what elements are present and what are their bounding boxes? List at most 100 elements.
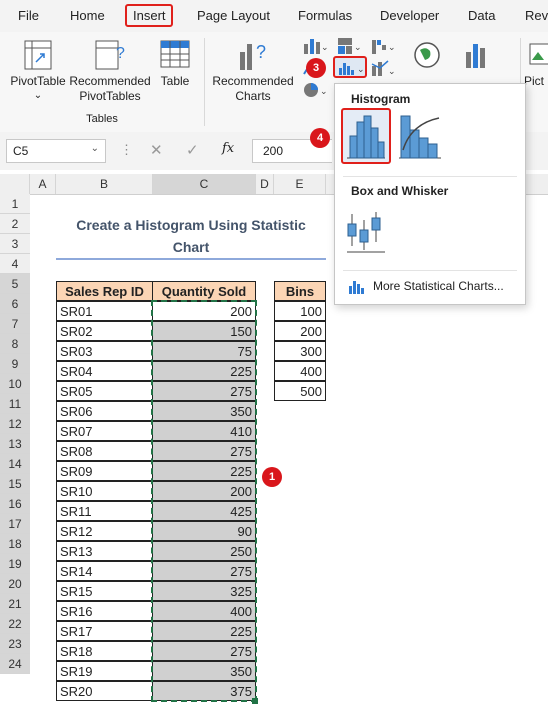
row-header[interactable]: 6 (0, 294, 30, 314)
column-header-d[interactable]: D (256, 174, 274, 194)
combo-chart-button[interactable]: ⌄ (370, 58, 396, 81)
tab-data[interactable]: Data (468, 8, 495, 23)
pictures-button[interactable] (528, 40, 548, 73)
cell-quantity-sold[interactable]: 275 (152, 561, 256, 581)
tab-developer[interactable]: Developer (380, 8, 439, 23)
cell-quantity-sold[interactable]: 275 (152, 641, 256, 661)
cell-quantity-sold[interactable]: 275 (152, 381, 256, 401)
cell-sales-rep-id[interactable]: SR13 (56, 541, 153, 561)
fill-handle[interactable] (252, 698, 258, 704)
cell-sales-rep-id[interactable]: SR03 (56, 341, 153, 361)
cell-sales-rep-id[interactable]: SR17 (56, 621, 153, 641)
row-header[interactable]: 9 (0, 354, 30, 374)
row-header[interactable]: 14 (0, 454, 30, 474)
cell-quantity-sold[interactable]: 75 (152, 341, 256, 361)
cell-sales-rep-id[interactable]: SR18 (56, 641, 153, 661)
pivotchart-button[interactable] (460, 38, 494, 75)
histogram-option[interactable] (341, 108, 391, 164)
cell-sales-rep-id[interactable]: SR15 (56, 581, 153, 601)
row-header[interactable]: 17 (0, 514, 30, 534)
enter-icon[interactable]: ✓ (186, 141, 199, 159)
row-header[interactable]: 8 (0, 334, 30, 354)
row-header[interactable]: 19 (0, 554, 30, 574)
cell-bin[interactable]: 300 (274, 341, 326, 361)
cell-sales-rep-id[interactable]: SR04 (56, 361, 153, 381)
row-header[interactable]: 1 (0, 194, 30, 214)
more-statistical-charts-item[interactable]: More Statistical Charts... (345, 276, 521, 298)
cell-quantity-sold[interactable]: 375 (152, 681, 256, 701)
tab-page-layout[interactable]: Page Layout (197, 8, 270, 23)
tab-home[interactable]: Home (70, 8, 105, 23)
recommended-charts-button[interactable]: ? (230, 38, 276, 77)
cell-sales-rep-id[interactable]: SR19 (56, 661, 153, 681)
cell-sales-rep-id[interactable]: SR20 (56, 681, 153, 701)
row-header[interactable]: 7 (0, 314, 30, 334)
cell-bin[interactable]: 100 (274, 301, 326, 321)
select-all-corner[interactable] (0, 174, 30, 194)
cell-quantity-sold[interactable]: 200 (152, 481, 256, 501)
name-box[interactable]: C5 ⌄ (6, 139, 106, 163)
cell-sales-rep-id[interactable]: SR11 (56, 501, 153, 521)
cell-bin[interactable]: 200 (274, 321, 326, 341)
row-header[interactable]: 23 (0, 634, 30, 654)
row-header[interactable]: 13 (0, 434, 30, 454)
cell-sales-rep-id[interactable]: SR09 (56, 461, 153, 481)
cell-quantity-sold[interactable]: 350 (152, 401, 256, 421)
cell-quantity-sold[interactable]: 225 (152, 361, 256, 381)
cell-sales-rep-id[interactable]: SR05 (56, 381, 153, 401)
cell-quantity-sold[interactable]: 225 (152, 621, 256, 641)
row-header[interactable]: 20 (0, 574, 30, 594)
chevron-down-icon[interactable]: ⌄ (91, 143, 99, 154)
cell-sales-rep-id[interactable]: SR12 (56, 521, 153, 541)
cell-quantity-sold[interactable]: 225 (152, 461, 256, 481)
header-quantity-sold[interactable]: Quantity Sold (152, 281, 256, 301)
recommended-pivottables-button[interactable]: ? (88, 38, 132, 77)
cell-quantity-sold[interactable]: 400 (152, 601, 256, 621)
cell-quantity-sold[interactable]: 350 (152, 661, 256, 681)
column-header-a[interactable]: A (30, 174, 56, 194)
column-header-c[interactable]: C (153, 174, 256, 194)
cell-sales-rep-id[interactable]: SR08 (56, 441, 153, 461)
insert-function-icon[interactable]: fx (222, 141, 234, 156)
pivottable-button[interactable] (12, 38, 64, 77)
row-header[interactable]: 4 (0, 254, 30, 274)
cell-sales-rep-id[interactable]: SR07 (56, 421, 153, 441)
row-header[interactable]: 21 (0, 594, 30, 614)
row-header[interactable]: 18 (0, 534, 30, 554)
row-header[interactable]: 5 (0, 274, 30, 294)
header-bins[interactable]: Bins (274, 281, 326, 301)
column-header-b[interactable]: B (56, 174, 153, 194)
cell-sales-rep-id[interactable]: SR10 (56, 481, 153, 501)
chevron-down-icon[interactable]: ⌄ (32, 88, 44, 103)
table-button[interactable] (158, 38, 192, 77)
row-header[interactable]: 22 (0, 614, 30, 634)
cell-quantity-sold[interactable]: 325 (152, 581, 256, 601)
cell-sales-rep-id[interactable]: SR01 (56, 301, 153, 321)
cell-sales-rep-id[interactable]: SR02 (56, 321, 153, 341)
row-header[interactable]: 16 (0, 494, 30, 514)
cell-quantity-sold[interactable]: 200 (152, 301, 256, 321)
tab-formulas[interactable]: Formulas (298, 8, 352, 23)
row-header[interactable]: 10 (0, 374, 30, 394)
cell-quantity-sold[interactable]: 275 (152, 441, 256, 461)
tab-review[interactable]: Revi (525, 8, 548, 23)
cell-quantity-sold[interactable]: 90 (152, 521, 256, 541)
cell-sales-rep-id[interactable]: SR06 (56, 401, 153, 421)
row-header[interactable]: 11 (0, 394, 30, 414)
row-header[interactable]: 2 (0, 214, 30, 234)
cell-quantity-sold[interactable]: 150 (152, 321, 256, 341)
row-header[interactable]: 3 (0, 234, 30, 254)
cell-sales-rep-id[interactable]: SR14 (56, 561, 153, 581)
tab-file[interactable]: File (18, 8, 39, 23)
cancel-icon[interactable]: ✕ (150, 141, 163, 159)
header-sales-rep-id[interactable]: Sales Rep ID (56, 281, 153, 301)
pie-chart-button[interactable]: ⌄ (302, 80, 328, 103)
cell-quantity-sold[interactable]: 250 (152, 541, 256, 561)
row-header[interactable]: 12 (0, 414, 30, 434)
box-whisker-option[interactable] (343, 206, 387, 259)
cell-quantity-sold[interactable]: 425 (152, 501, 256, 521)
column-chart-button[interactable]: ⌄ (302, 36, 329, 59)
row-header[interactable]: 24 (0, 654, 30, 674)
column-header-e[interactable]: E (274, 174, 326, 194)
pareto-option[interactable] (395, 110, 445, 165)
